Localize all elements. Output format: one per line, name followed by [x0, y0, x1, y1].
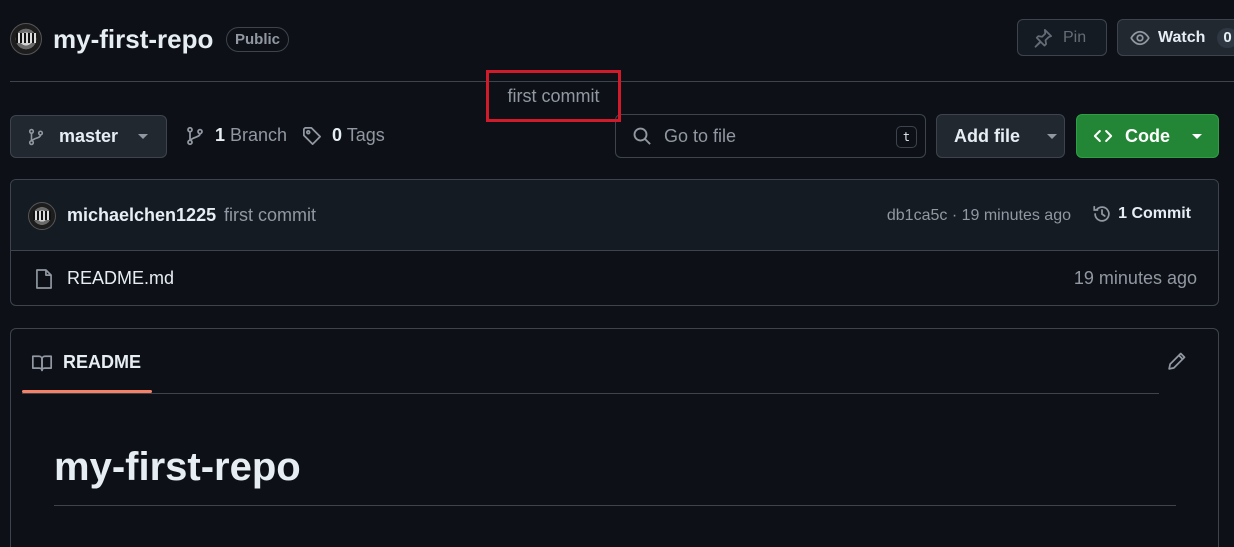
- commit-sha-time[interactable]: db1ca5c · 19 minutes ago: [887, 207, 1071, 225]
- git-branch-icon: [27, 128, 45, 146]
- owner-avatar[interactable]: [10, 23, 42, 55]
- search-placeholder: Go to file: [664, 125, 737, 146]
- tags-link[interactable]: 0 Tags: [302, 125, 385, 146]
- pencil-icon[interactable]: [1167, 351, 1187, 371]
- heading-rule: [54, 505, 1176, 506]
- pin-button[interactable]: Pin: [1017, 19, 1107, 56]
- git-branch-icon: [185, 126, 205, 146]
- tab-readme[interactable]: README: [31, 352, 141, 373]
- file-commit-time: 19 minutes ago: [1073, 268, 1197, 288]
- tag-icon: [302, 126, 322, 146]
- latest-commit-bar: michaelchen1225 first commit db1ca5c · 1…: [11, 180, 1218, 251]
- commit-author[interactable]: michaelchen1225: [67, 205, 216, 226]
- repo-title[interactable]: my-first-repo: [53, 24, 213, 55]
- watch-count: 0: [1217, 27, 1234, 48]
- code-label: Code: [1125, 125, 1170, 146]
- branch-label: Branch: [230, 125, 288, 145]
- code-icon: [1093, 126, 1113, 146]
- file-row[interactable]: README.md 19 minutes ago: [11, 251, 1218, 305]
- branch-count: 1: [215, 125, 226, 145]
- code-button[interactable]: Code: [1076, 114, 1219, 158]
- author-avatar[interactable]: [28, 202, 56, 230]
- branch-select-button[interactable]: master: [10, 115, 167, 158]
- pin-label: Pin: [1063, 28, 1087, 46]
- add-file-button[interactable]: Add file: [936, 114, 1065, 158]
- branch-name: master: [59, 126, 119, 146]
- file-icon: [35, 268, 53, 290]
- commits-history-link[interactable]: 1 Commit: [1092, 204, 1191, 224]
- file-commit-message[interactable]: first commit: [486, 70, 621, 122]
- search-icon: [632, 126, 652, 146]
- visibility-badge: Public: [226, 27, 290, 52]
- book-icon: [31, 353, 53, 373]
- chevron-down-icon: [1047, 133, 1057, 139]
- chevron-down-icon: [1192, 133, 1202, 139]
- watch-label: Watch: [1158, 28, 1206, 46]
- file-name[interactable]: README.md: [67, 268, 174, 289]
- history-icon: [1092, 204, 1112, 224]
- branches-link[interactable]: 1 Branch: [185, 125, 287, 146]
- file-browser: michaelchen1225 first commit db1ca5c · 1…: [10, 179, 1219, 306]
- latest-commit-message[interactable]: first commit: [224, 205, 316, 226]
- pin-icon: [1033, 28, 1053, 48]
- header-divider: [10, 81, 1234, 82]
- search-shortcut-key: t: [896, 126, 917, 148]
- eye-icon: [1130, 28, 1150, 48]
- readme-tab-label: README: [63, 352, 142, 372]
- chevron-down-icon: [138, 134, 149, 139]
- tab-divider: [22, 393, 1159, 394]
- file-commit-message-text: first commit: [507, 85, 600, 106]
- readme-panel: README my-first-repo: [10, 328, 1219, 547]
- add-file-label: Add file: [954, 125, 1020, 146]
- go-to-file-input[interactable]: Go to file t: [615, 114, 926, 158]
- watch-button[interactable]: Watch 0: [1117, 19, 1234, 56]
- tag-label: Tags: [346, 125, 385, 145]
- commits-count-label: 1 Commit: [1118, 205, 1191, 222]
- readme-heading: my-first-repo: [54, 445, 301, 489]
- tag-count: 0: [332, 125, 343, 145]
